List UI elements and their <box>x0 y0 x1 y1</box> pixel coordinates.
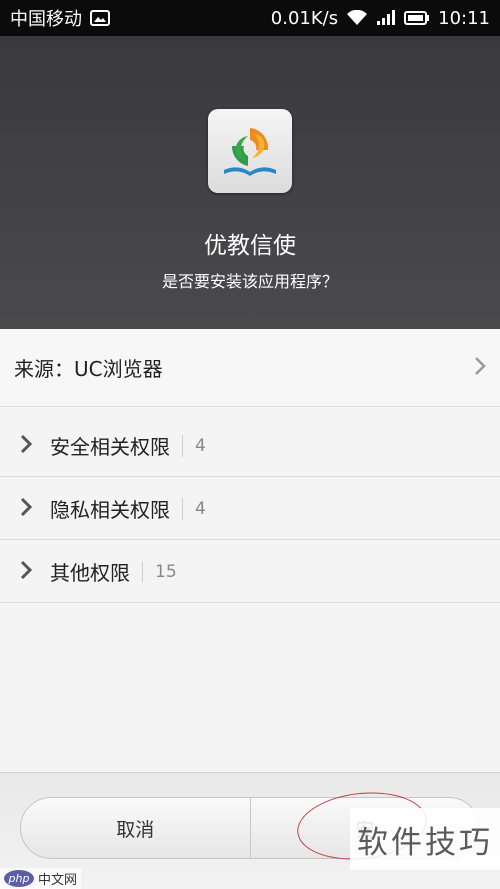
chevron-right-icon <box>20 434 33 458</box>
network-speed: 0.01K/s <box>270 7 339 29</box>
permission-row-security[interactable]: 安全相关权限 4 <box>0 415 500 477</box>
image-icon <box>90 10 110 26</box>
divider <box>142 560 143 583</box>
divider <box>182 434 183 457</box>
permission-label: 安全相关权限 <box>50 435 170 459</box>
permission-row-privacy[interactable]: 隐私相关权限 4 <box>0 478 500 540</box>
chevron-right-icon <box>474 356 486 380</box>
permission-list: 来源： UC浏览器 安全相关权限 4 隐私相关权限 4 其他权限 15 <box>0 329 500 772</box>
carrier-name: 中国移动 <box>10 9 82 30</box>
watermark-text: 软件技巧 <box>350 808 500 870</box>
install-question: 是否要安装该应用程序？ <box>161 272 338 291</box>
watermark-logo: php 中文网 <box>0 868 82 889</box>
chevron-right-icon <box>20 497 33 521</box>
watermark-site-name: 中文网 <box>38 873 78 888</box>
cancel-button[interactable]: 取消 <box>21 798 250 858</box>
battery-icon <box>404 10 430 26</box>
app-icon <box>208 109 292 193</box>
permission-label: 隐私相关权限 <box>50 498 170 522</box>
permission-label: 其他权限 <box>50 561 130 585</box>
signal-icon <box>376 10 396 26</box>
permission-row-other[interactable]: 其他权限 15 <box>0 541 500 603</box>
status-bar: 中国移动 0.01K/s 10:11 <box>0 0 500 36</box>
install-header: 优教信使 是否要安装该应用程序？ <box>0 36 500 329</box>
permission-count: 15 <box>155 561 177 582</box>
source-label: 来源： <box>14 357 74 381</box>
clock: 10:11 <box>438 7 490 29</box>
source-value: UC浏览器 <box>74 357 163 381</box>
php-logo: php <box>4 870 34 887</box>
divider <box>182 497 183 520</box>
source-row[interactable]: 来源： UC浏览器 <box>0 329 500 407</box>
wifi-icon <box>346 10 368 26</box>
chevron-right-icon <box>20 560 33 584</box>
permission-count: 4 <box>195 498 206 519</box>
permission-count: 4 <box>195 435 206 456</box>
app-name: 优教信使 <box>204 233 296 259</box>
